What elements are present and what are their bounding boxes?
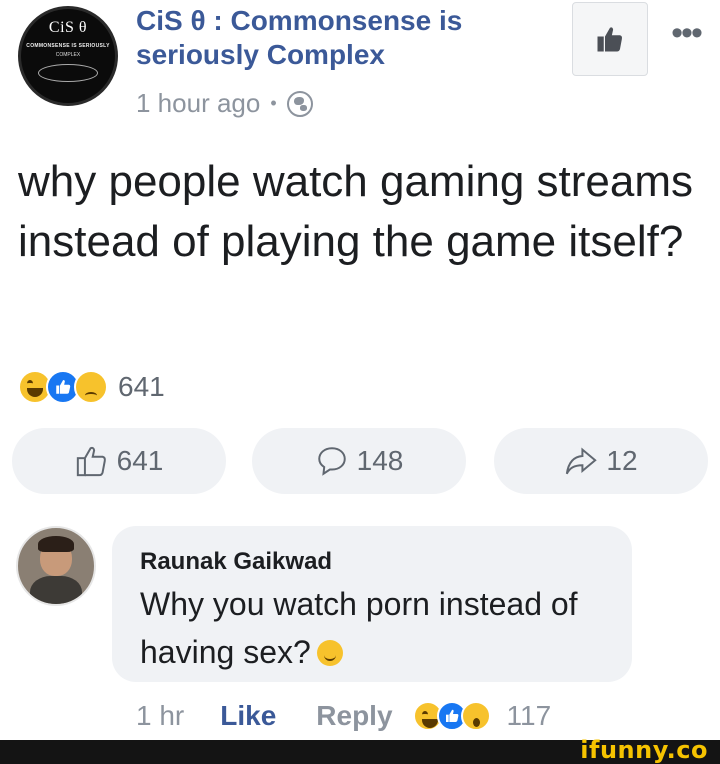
logo-title: CiS θ — [48, 19, 88, 36]
post-text: why people watch gaming streams instead … — [18, 157, 693, 266]
reaction-count: 641 — [118, 371, 165, 402]
comment-author[interactable]: Raunak Gaikwad — [140, 548, 332, 576]
share-button[interactable]: 12 — [494, 428, 708, 494]
separator-dot: • — [270, 93, 277, 113]
comment-reply-link[interactable]: Reply — [316, 700, 392, 732]
comment-footer: 1 hr Like Reply 117 — [136, 700, 551, 732]
sad-reaction-icon — [74, 370, 108, 404]
logo-line: COMMONSENSE IS SERIOUSLY — [26, 43, 110, 49]
page-avatar[interactable]: CiS θ COMMONSENSE IS SERIOUSLY COMPLEX — [18, 6, 118, 106]
logo-sub: COMPLEX — [55, 52, 81, 58]
like-button[interactable]: 641 — [12, 428, 226, 494]
post-time[interactable]: 1 hour ago — [136, 88, 260, 119]
globe-icon — [286, 90, 313, 117]
share-count: 12 — [606, 445, 638, 476]
share-icon — [566, 447, 598, 475]
comment-reaction-count: 117 — [506, 700, 552, 731]
reactions-summary[interactable]: 641 — [18, 370, 165, 404]
logo-badge — [38, 64, 98, 82]
comment-time[interactable]: 1 hr — [136, 700, 184, 732]
commenter-avatar[interactable] — [16, 526, 96, 606]
comment-body: Why you watch porn instead of having sex… — [140, 586, 578, 670]
comment-icon — [317, 447, 346, 476]
comment-reactions[interactable] — [412, 701, 491, 731]
thumbs-up-icon — [597, 27, 622, 52]
post-meta: 1 hour ago • — [136, 88, 313, 119]
page-name[interactable]: CiS θ : Commonsense is seriously Complex — [136, 4, 556, 71]
grimace-emoji-icon — [316, 640, 343, 666]
comment-count: 148 — [356, 445, 404, 476]
comment-like-link[interactable]: Like — [220, 700, 276, 732]
ifunny-watermark: ifunny.co — [580, 736, 708, 764]
more-options-button[interactable]: ••• — [660, 16, 712, 50]
comment-text: Why you watch porn instead of having sex… — [140, 580, 620, 676]
comment-button[interactable]: 148 — [252, 428, 466, 494]
like-page-button[interactable] — [572, 2, 648, 76]
like-count: 641 — [116, 445, 164, 476]
thumbs-up-outline-icon — [76, 446, 106, 477]
wow-reaction-icon — [460, 701, 491, 731]
